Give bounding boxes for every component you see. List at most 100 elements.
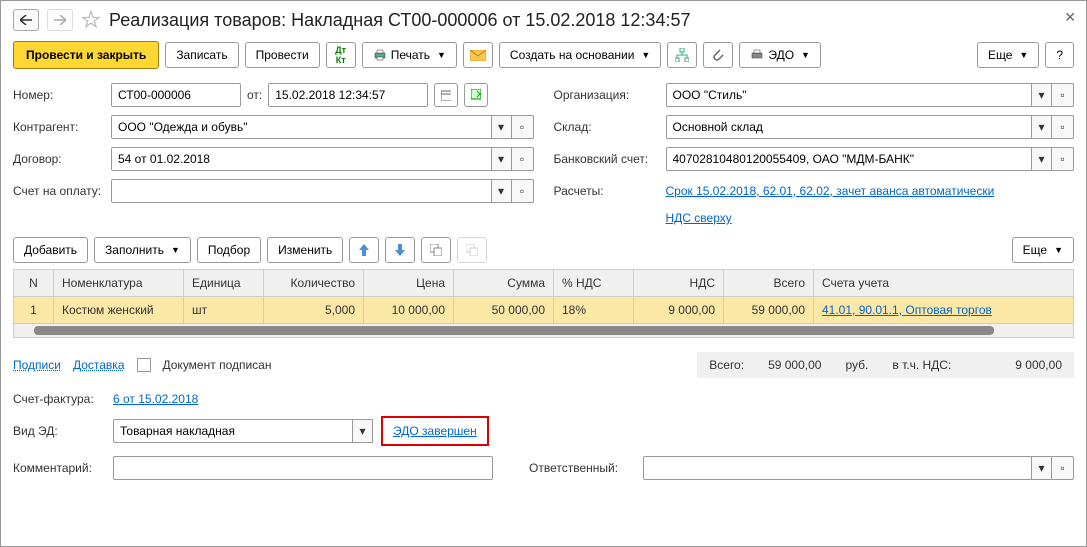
- settlements-link[interactable]: Срок 15.02.2018, 62.01, 62.02, зачет ава…: [666, 184, 995, 198]
- col-accounts[interactable]: Счета учета: [814, 270, 1074, 297]
- sf-link[interactable]: 6 от 15.02.2018: [113, 392, 198, 406]
- post-button[interactable]: Провести: [245, 42, 320, 68]
- invoice-input[interactable]: [111, 179, 492, 203]
- arrow-up-icon: [359, 244, 369, 256]
- col-vat-pct[interactable]: % НДС: [554, 270, 634, 297]
- counterparty-label: Контрагент:: [13, 120, 105, 134]
- fill-button[interactable]: Заполнить▼: [94, 237, 191, 263]
- nav-forward-button[interactable]: [47, 9, 73, 31]
- debit-credit-button[interactable]: ДтКт: [326, 42, 356, 68]
- attachment-button[interactable]: [703, 42, 733, 68]
- move-up-button[interactable]: [349, 237, 379, 263]
- nav-back-button[interactable]: [13, 9, 39, 31]
- warehouse-label: Склад:: [554, 120, 660, 134]
- org-open[interactable]: ▫: [1052, 83, 1074, 107]
- contract-dropdown[interactable]: ▾: [492, 147, 512, 171]
- invoice-label: Счет на оплату:: [13, 184, 105, 198]
- counterparty-dropdown[interactable]: ▾: [492, 115, 512, 139]
- responsible-open[interactable]: ▫: [1052, 456, 1074, 480]
- items-table: N Номенклатура Единица Количество Цена С…: [13, 269, 1074, 324]
- table-row[interactable]: 1 Костюм женский шт 5,000 10 000,00 50 0…: [14, 297, 1074, 324]
- ed-type-input[interactable]: [113, 419, 353, 443]
- invoice-dropdown[interactable]: ▾: [492, 179, 512, 203]
- responsible-input[interactable]: [643, 456, 1032, 480]
- settlements-label: Расчеты:: [554, 184, 660, 198]
- create-based-on-button[interactable]: Создать на основании▼: [499, 42, 661, 68]
- responsible-label: Ответственный:: [529, 461, 635, 475]
- vat-mode-link[interactable]: НДС сверху: [666, 211, 732, 225]
- close-button[interactable]: ✕: [1064, 9, 1076, 26]
- structure-icon: [675, 48, 689, 62]
- signatures-link[interactable]: Подписи: [13, 358, 61, 372]
- calendar-button[interactable]: [434, 83, 458, 107]
- col-unit[interactable]: Единица: [184, 270, 264, 297]
- more-button[interactable]: Еще▼: [977, 42, 1039, 68]
- sf-label: Счет-фактура:: [13, 392, 105, 406]
- col-total[interactable]: Всего: [724, 270, 814, 297]
- page-title: Реализация товаров: Накладная СТ00-00000…: [109, 10, 690, 31]
- number-input[interactable]: [111, 83, 241, 107]
- warehouse-dropdown[interactable]: ▾: [1032, 115, 1052, 139]
- bank-label: Банковский счет:: [554, 152, 660, 166]
- horizontal-scrollbar[interactable]: [13, 324, 1074, 338]
- email-button[interactable]: [463, 42, 493, 68]
- org-dropdown[interactable]: ▾: [1032, 83, 1052, 107]
- warehouse-input[interactable]: [666, 115, 1033, 139]
- org-label: Организация:: [554, 88, 660, 102]
- bank-input[interactable]: [666, 147, 1033, 171]
- col-n[interactable]: N: [14, 270, 54, 297]
- invoice-open[interactable]: ▫: [512, 179, 534, 203]
- col-sum[interactable]: Сумма: [454, 270, 554, 297]
- paste-icon: [466, 244, 478, 256]
- favorite-star-icon[interactable]: [81, 10, 101, 30]
- move-down-button[interactable]: [385, 237, 415, 263]
- save-button[interactable]: Записать: [165, 42, 238, 68]
- col-qty[interactable]: Количество: [264, 270, 364, 297]
- copy-button[interactable]: [421, 237, 451, 263]
- accounts-link[interactable]: 41.01, 90.01.1, Оптовая торгов: [822, 303, 992, 317]
- signed-checkbox[interactable]: [137, 358, 151, 372]
- bank-open[interactable]: ▫: [1052, 147, 1074, 171]
- warehouse-open[interactable]: ▫: [1052, 115, 1074, 139]
- comment-label: Комментарий:: [13, 461, 105, 475]
- ed-type-label: Вид ЭД:: [13, 424, 105, 438]
- contract-open[interactable]: ▫: [512, 147, 534, 171]
- arrow-left-icon: [20, 15, 32, 25]
- counterparty-input[interactable]: [111, 115, 492, 139]
- paperclip-icon: [712, 48, 724, 62]
- comment-input[interactable]: [113, 456, 493, 480]
- number-label: Номер:: [13, 88, 105, 102]
- vat-incl-value: 9 000,00: [1015, 358, 1062, 372]
- calendar-icon: [441, 89, 451, 101]
- help-button[interactable]: ?: [1045, 42, 1074, 68]
- contract-label: Договор:: [13, 152, 105, 166]
- posted-icon: [471, 89, 481, 101]
- counterparty-open[interactable]: ▫: [512, 115, 534, 139]
- copy-icon: [430, 244, 442, 256]
- contract-input[interactable]: [111, 147, 492, 171]
- vat-incl-label: в т.ч. НДС:: [892, 358, 951, 372]
- ed-type-dropdown[interactable]: ▾: [353, 419, 373, 443]
- org-input[interactable]: [666, 83, 1033, 107]
- col-vat[interactable]: НДС: [634, 270, 724, 297]
- paste-button[interactable]: [457, 237, 487, 263]
- table-more-button[interactable]: Еще▼: [1012, 237, 1074, 263]
- responsible-dropdown[interactable]: ▾: [1032, 456, 1052, 480]
- delivery-link[interactable]: Доставка: [73, 358, 125, 372]
- col-price[interactable]: Цена: [364, 270, 454, 297]
- structure-button[interactable]: [667, 42, 697, 68]
- arrow-right-icon: [54, 15, 66, 25]
- change-button[interactable]: Изменить: [267, 237, 343, 263]
- posted-indicator[interactable]: [464, 83, 488, 107]
- col-nomenclature[interactable]: Номенклатура: [54, 270, 184, 297]
- edo-button[interactable]: ЭДО▼: [739, 42, 821, 68]
- pick-button[interactable]: Подбор: [197, 237, 261, 263]
- bank-dropdown[interactable]: ▾: [1032, 147, 1052, 171]
- printer-icon: [373, 49, 387, 61]
- from-label: от:: [247, 88, 262, 102]
- date-input[interactable]: [268, 83, 428, 107]
- edo-done-link[interactable]: ЭДО завершен: [393, 424, 477, 438]
- post-close-button[interactable]: Провести и закрыть: [13, 41, 159, 69]
- print-button[interactable]: Печать▼: [362, 42, 457, 68]
- add-row-button[interactable]: Добавить: [13, 237, 88, 263]
